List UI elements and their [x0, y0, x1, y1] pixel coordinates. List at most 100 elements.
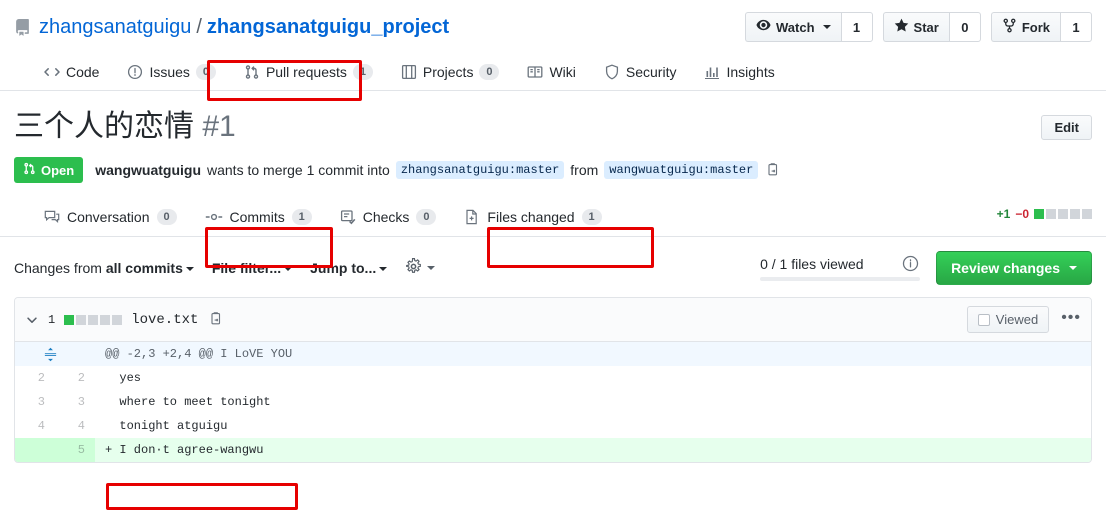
diff-old-line-number[interactable]: 3	[15, 390, 55, 415]
diffstat-additions: +1	[996, 206, 1011, 221]
chevron-down-icon	[185, 267, 194, 272]
checklist-icon	[340, 209, 356, 225]
diff-old-line-number[interactable]	[15, 438, 55, 463]
tab-count-commits: 1	[291, 209, 312, 226]
graph-icon	[704, 64, 720, 80]
nav-item-pull-requests[interactable]: Pull requests 1	[230, 56, 387, 90]
diffstat-summary: +1 −0	[997, 207, 1092, 231]
copy-path-icon[interactable]	[209, 312, 224, 327]
diff-line-content-added: + I don·t agree-wangwu	[95, 438, 1091, 463]
pr-tabs: Conversation 0 Commits 1 Checks 0 Files …	[30, 201, 616, 236]
table-row: 4 4 tonight atguigu	[15, 414, 1091, 439]
gear-icon	[405, 258, 422, 278]
diff-file: 1 love.txt Viewed ••• @@ -2,3 +2,4 @@ I …	[14, 297, 1092, 464]
diff-new-line-number[interactable]: 4	[55, 414, 95, 439]
changes-from-value: all commits	[105, 260, 183, 277]
book-icon	[527, 64, 543, 80]
star-icon	[894, 18, 909, 36]
nav-item-insights[interactable]: Insights	[690, 56, 788, 90]
nav-label-projects: Projects	[422, 64, 474, 81]
watch-count[interactable]: 1	[840, 12, 873, 42]
diff-new-line-number[interactable]: 5	[55, 438, 95, 463]
tab-checks[interactable]: Checks 0	[326, 201, 451, 236]
head-branch-tag[interactable]: wangwuatguigu:master	[604, 161, 759, 180]
star-button[interactable]: Star	[882, 12, 949, 42]
pr-merge-text-1: wants to merge 1 commit into	[207, 162, 390, 179]
annot-added-line	[106, 483, 298, 510]
breadcrumb-repo[interactable]: zhangsanatguigu_project	[207, 16, 449, 39]
copy-branch-icon[interactable]	[766, 162, 781, 178]
nav-item-projects[interactable]: Projects 0	[387, 56, 514, 90]
changes-from-select[interactable]: Changes from all commits	[14, 260, 194, 276]
pr-number: #1	[202, 110, 236, 144]
nav-item-code[interactable]: Code	[30, 56, 113, 90]
files-viewed-text: 0 / 1 files viewed	[760, 255, 864, 272]
file-diff-icon	[464, 209, 480, 225]
pr-tabs-row: Conversation 0 Commits 1 Checks 0 Files …	[0, 183, 1106, 238]
repo-header: zhangsanatguigu / zhangsanatguigu_projec…	[0, 0, 1106, 42]
review-changes-label: Review changes	[951, 260, 1060, 277]
kebab-horizontal-icon[interactable]: •••	[1061, 309, 1081, 330]
diff-old-line-number[interactable]: 2	[15, 366, 55, 391]
tab-files-changed[interactable]: Files changed 1	[450, 201, 615, 236]
nav-count-issues: 0	[195, 64, 216, 81]
nav-label-pull-requests: Pull requests	[265, 64, 347, 81]
nav-label-security: Security	[625, 64, 677, 81]
chevron-down-icon[interactable]	[25, 313, 39, 327]
nav-item-wiki[interactable]: Wiki	[513, 56, 589, 90]
hunk-expand-cell[interactable]	[15, 342, 95, 367]
repo-nav: Code Issues 0 Pull requests 1 Projects 0…	[0, 42, 1106, 92]
star-count[interactable]: 0	[948, 12, 981, 42]
diff-new-line-number[interactable]: 3	[55, 390, 95, 415]
repo-book-icon	[14, 18, 31, 36]
pr-author[interactable]: wangwuatguigu	[95, 162, 201, 178]
viewed-label: Viewed	[995, 312, 1039, 328]
chevron-down-icon	[1069, 266, 1077, 271]
viewed-toggle[interactable]: Viewed	[966, 306, 1050, 334]
file-changed-lines: 1	[48, 312, 56, 327]
chevron-down-icon	[822, 25, 831, 29]
shield-icon	[604, 64, 620, 80]
base-branch-tag[interactable]: zhangsanatguigu:master	[395, 161, 565, 180]
tab-commits[interactable]: Commits 1	[191, 201, 326, 236]
file-name[interactable]: love.txt	[131, 312, 198, 328]
watch-button[interactable]: Watch	[745, 12, 841, 42]
nav-label-insights: Insights	[726, 64, 775, 81]
diffstat-deletions: −0	[1015, 206, 1029, 221]
file-filter-select[interactable]: File filter...	[212, 260, 293, 276]
diff-line-content: tonight atguigu	[105, 419, 228, 434]
jump-to-select[interactable]: Jump to...	[310, 260, 388, 276]
review-changes-button[interactable]: Review changes	[936, 251, 1092, 286]
tab-conversation[interactable]: Conversation 0	[30, 201, 191, 236]
chevron-down-icon	[427, 266, 436, 271]
tab-count-files-changed: 1	[581, 209, 602, 226]
git-commit-icon	[205, 209, 223, 225]
info-icon[interactable]	[902, 255, 919, 272]
code-icon	[44, 64, 60, 80]
diff-new-line-number[interactable]: 2	[55, 366, 95, 391]
breadcrumb-owner[interactable]: zhangsanatguigu	[39, 16, 191, 39]
nav-item-security[interactable]: Security	[590, 56, 691, 90]
edit-button[interactable]: Edit	[1041, 115, 1092, 141]
tab-count-checks: 0	[416, 209, 437, 226]
fork-button-group: Fork 1	[990, 12, 1092, 42]
nav-item-issues[interactable]: Issues 0	[113, 56, 229, 90]
files-viewed-progress: 0 / 1 files viewed	[760, 255, 921, 282]
viewed-checkbox[interactable]	[977, 313, 990, 326]
diff-table: @@ -2,3 +2,4 @@ I LoVE YOU 2 2 yes 3 3 w…	[15, 342, 1091, 463]
nav-label-code: Code	[66, 64, 100, 81]
tab-label-checks: Checks	[362, 209, 410, 226]
nav-count-projects: 0	[479, 64, 500, 81]
unfold-icon[interactable]	[15, 347, 85, 362]
diff-file-header: 1 love.txt Viewed •••	[15, 298, 1091, 343]
changes-actions: 0 / 1 files viewed Review changes	[760, 251, 1092, 286]
nav-count-pull-requests: 1	[352, 64, 373, 81]
diff-old-line-number[interactable]: 4	[15, 414, 55, 439]
fork-button[interactable]: Fork	[990, 12, 1060, 42]
fork-label: Fork	[1021, 19, 1050, 35]
diff-file-actions: Viewed •••	[966, 306, 1081, 334]
diff-settings-button[interactable]	[405, 258, 436, 278]
diff-line-content: where to meet tonight	[105, 395, 271, 410]
fork-count[interactable]: 1	[1060, 12, 1092, 42]
tab-label-commits: Commits	[229, 209, 285, 226]
